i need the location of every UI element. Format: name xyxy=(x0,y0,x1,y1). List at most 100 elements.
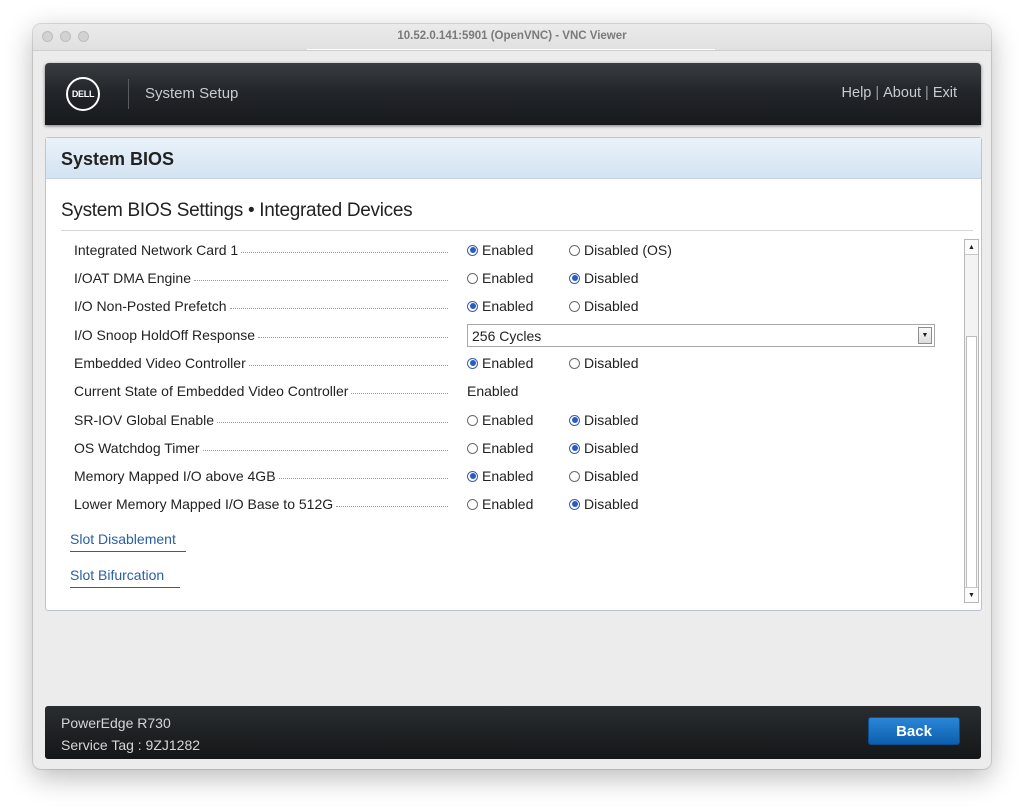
option-label: Disabled xyxy=(584,468,639,484)
header-divider xyxy=(128,79,129,109)
radio-prefetch-enabled[interactable]: Enabled xyxy=(467,296,533,316)
settings-scrollbar[interactable]: ▲ ▼ xyxy=(964,239,979,603)
option-label: Enabled xyxy=(482,270,534,286)
radio-video-enabled[interactable]: Enabled xyxy=(467,353,533,373)
help-link[interactable]: Help xyxy=(842,85,872,101)
scroll-up-icon[interactable]: ▲ xyxy=(965,240,978,255)
radio-lower-mmio-enabled[interactable]: Enabled xyxy=(467,494,533,514)
setting-label: Embedded Video Controller xyxy=(74,355,246,371)
setting-row-lower-mmio-base: Lower Memory Mapped I/O Base to 512G xyxy=(74,494,454,514)
option-label: Disabled xyxy=(584,298,639,314)
slot-disablement-link[interactable]: Slot Disablement xyxy=(70,531,186,552)
panel-header: System BIOS xyxy=(46,138,981,179)
scroll-down-icon[interactable]: ▼ xyxy=(965,587,978,602)
radio-unselected-icon xyxy=(569,470,580,482)
option-label: Enabled xyxy=(482,496,534,512)
setting-row-ioat-dma-engine: I/OAT DMA Engine xyxy=(74,268,454,288)
radio-network-card-enabled[interactable]: Enabled xyxy=(467,240,533,260)
radio-mmio-disabled[interactable]: Disabled xyxy=(569,466,638,486)
titlebar-highlight xyxy=(307,49,715,50)
section-title: System BIOS Settings • Integrated Device… xyxy=(61,200,413,221)
radio-selected-icon xyxy=(467,357,478,369)
back-button[interactable]: Back xyxy=(868,717,960,745)
option-label: Enabled xyxy=(482,298,534,314)
system-setup-header: DELL System Setup Help | About | Exit xyxy=(45,63,981,125)
header-title: System Setup xyxy=(145,85,239,102)
radio-watchdog-enabled[interactable]: Enabled xyxy=(467,438,533,458)
setting-label: Lower Memory Mapped I/O Base to 512G xyxy=(74,496,334,512)
radio-unselected-icon xyxy=(467,272,478,284)
exit-link[interactable]: Exit xyxy=(933,85,957,101)
setting-label: I/O Non-Posted Prefetch xyxy=(74,298,227,314)
header-link-separator: | xyxy=(875,85,880,101)
leader-dots xyxy=(351,392,448,394)
current-video-state-value: Enabled xyxy=(467,383,519,399)
leader-dots xyxy=(336,505,448,507)
radio-unselected-icon xyxy=(569,244,580,256)
radio-prefetch-disabled[interactable]: Disabled xyxy=(569,296,638,316)
radio-selected-icon xyxy=(569,272,580,284)
radio-mmio-enabled[interactable]: Enabled xyxy=(467,466,533,486)
radio-ioat-disabled[interactable]: Disabled xyxy=(569,268,638,288)
option-label: Disabled xyxy=(584,496,639,512)
radio-ioat-enabled[interactable]: Enabled xyxy=(467,268,533,288)
scrollbar-thumb[interactable] xyxy=(966,336,977,588)
radio-network-card-disabled-os[interactable]: Disabled (OS) xyxy=(569,240,672,260)
leader-dots xyxy=(248,364,448,366)
radio-unselected-icon xyxy=(467,498,478,510)
dropdown-arrow-icon[interactable]: ▼ xyxy=(918,327,932,344)
setting-row-embedded-video-controller: Embedded Video Controller xyxy=(74,353,454,373)
snoop-holdoff-select[interactable]: 256 Cycles ▼ xyxy=(467,324,935,347)
option-label: Disabled xyxy=(584,440,639,456)
system-footer: PowerEdge R730 Service Tag : 9ZJ1282 Bac… xyxy=(45,706,981,759)
leader-dots xyxy=(229,307,448,309)
radio-unselected-icon xyxy=(467,442,478,454)
slot-bifurcation-link[interactable]: Slot Bifurcation xyxy=(70,567,180,588)
leader-dots xyxy=(258,336,448,338)
header-link-separator: | xyxy=(925,85,929,101)
option-label: Enabled xyxy=(482,440,534,456)
option-label: Disabled xyxy=(584,270,639,286)
system-bios-panel: System BIOS System BIOS Settings • Integ… xyxy=(45,137,982,611)
radio-lower-mmio-disabled[interactable]: Disabled xyxy=(569,494,638,514)
setting-row-os-watchdog-timer: OS Watchdog Timer xyxy=(74,438,454,458)
section-divider xyxy=(61,230,973,231)
setting-row-current-state-video: Current State of Embedded Video Controll… xyxy=(74,381,454,401)
leader-dots xyxy=(241,251,448,253)
setting-row-sriov-global-enable: SR-IOV Global Enable xyxy=(74,410,454,430)
radio-selected-icon xyxy=(467,470,478,482)
window-title: 10.52.0.141:5901 (OpenVNC) - VNC Viewer xyxy=(397,30,627,42)
system-model: PowerEdge R730 xyxy=(61,715,171,731)
setting-row-mmio-above-4gb: Memory Mapped I/O above 4GB xyxy=(74,466,454,486)
dell-logo: DELL xyxy=(66,77,100,111)
radio-sriov-enabled[interactable]: Enabled xyxy=(467,410,533,430)
radio-unselected-icon xyxy=(569,357,580,369)
about-link[interactable]: About xyxy=(883,85,921,101)
leader-dots xyxy=(193,279,448,281)
radio-selected-icon xyxy=(467,244,478,256)
option-label: Disabled xyxy=(584,355,639,371)
leader-dots xyxy=(278,477,448,479)
option-label: Enabled xyxy=(482,412,534,428)
radio-unselected-icon xyxy=(467,414,478,426)
radio-video-disabled[interactable]: Disabled xyxy=(569,353,638,373)
setting-label: I/O Snoop HoldOff Response xyxy=(74,327,256,343)
radio-selected-icon xyxy=(467,300,478,312)
radio-unselected-icon xyxy=(569,300,580,312)
panel-title: System BIOS xyxy=(61,149,175,169)
option-label: Enabled xyxy=(482,468,534,484)
radio-sriov-disabled[interactable]: Disabled xyxy=(569,410,638,430)
option-label: Disabled xyxy=(584,412,639,428)
window-titlebar: 10.52.0.141:5901 (OpenVNC) - VNC Viewer xyxy=(33,24,991,51)
setting-label: Memory Mapped I/O above 4GB xyxy=(74,468,276,484)
select-value: 256 Cycles xyxy=(472,327,542,344)
radio-selected-icon xyxy=(569,498,580,510)
setting-label: I/OAT DMA Engine xyxy=(74,270,191,286)
radio-watchdog-disabled[interactable]: Disabled xyxy=(569,438,638,458)
option-label: Enabled xyxy=(482,355,534,371)
setting-label: OS Watchdog Timer xyxy=(74,440,200,456)
service-tag: Service Tag : 9ZJ1282 xyxy=(61,737,201,753)
option-label: Disabled (OS) xyxy=(584,242,672,258)
leader-dots xyxy=(217,421,448,423)
option-label: Enabled xyxy=(482,242,534,258)
